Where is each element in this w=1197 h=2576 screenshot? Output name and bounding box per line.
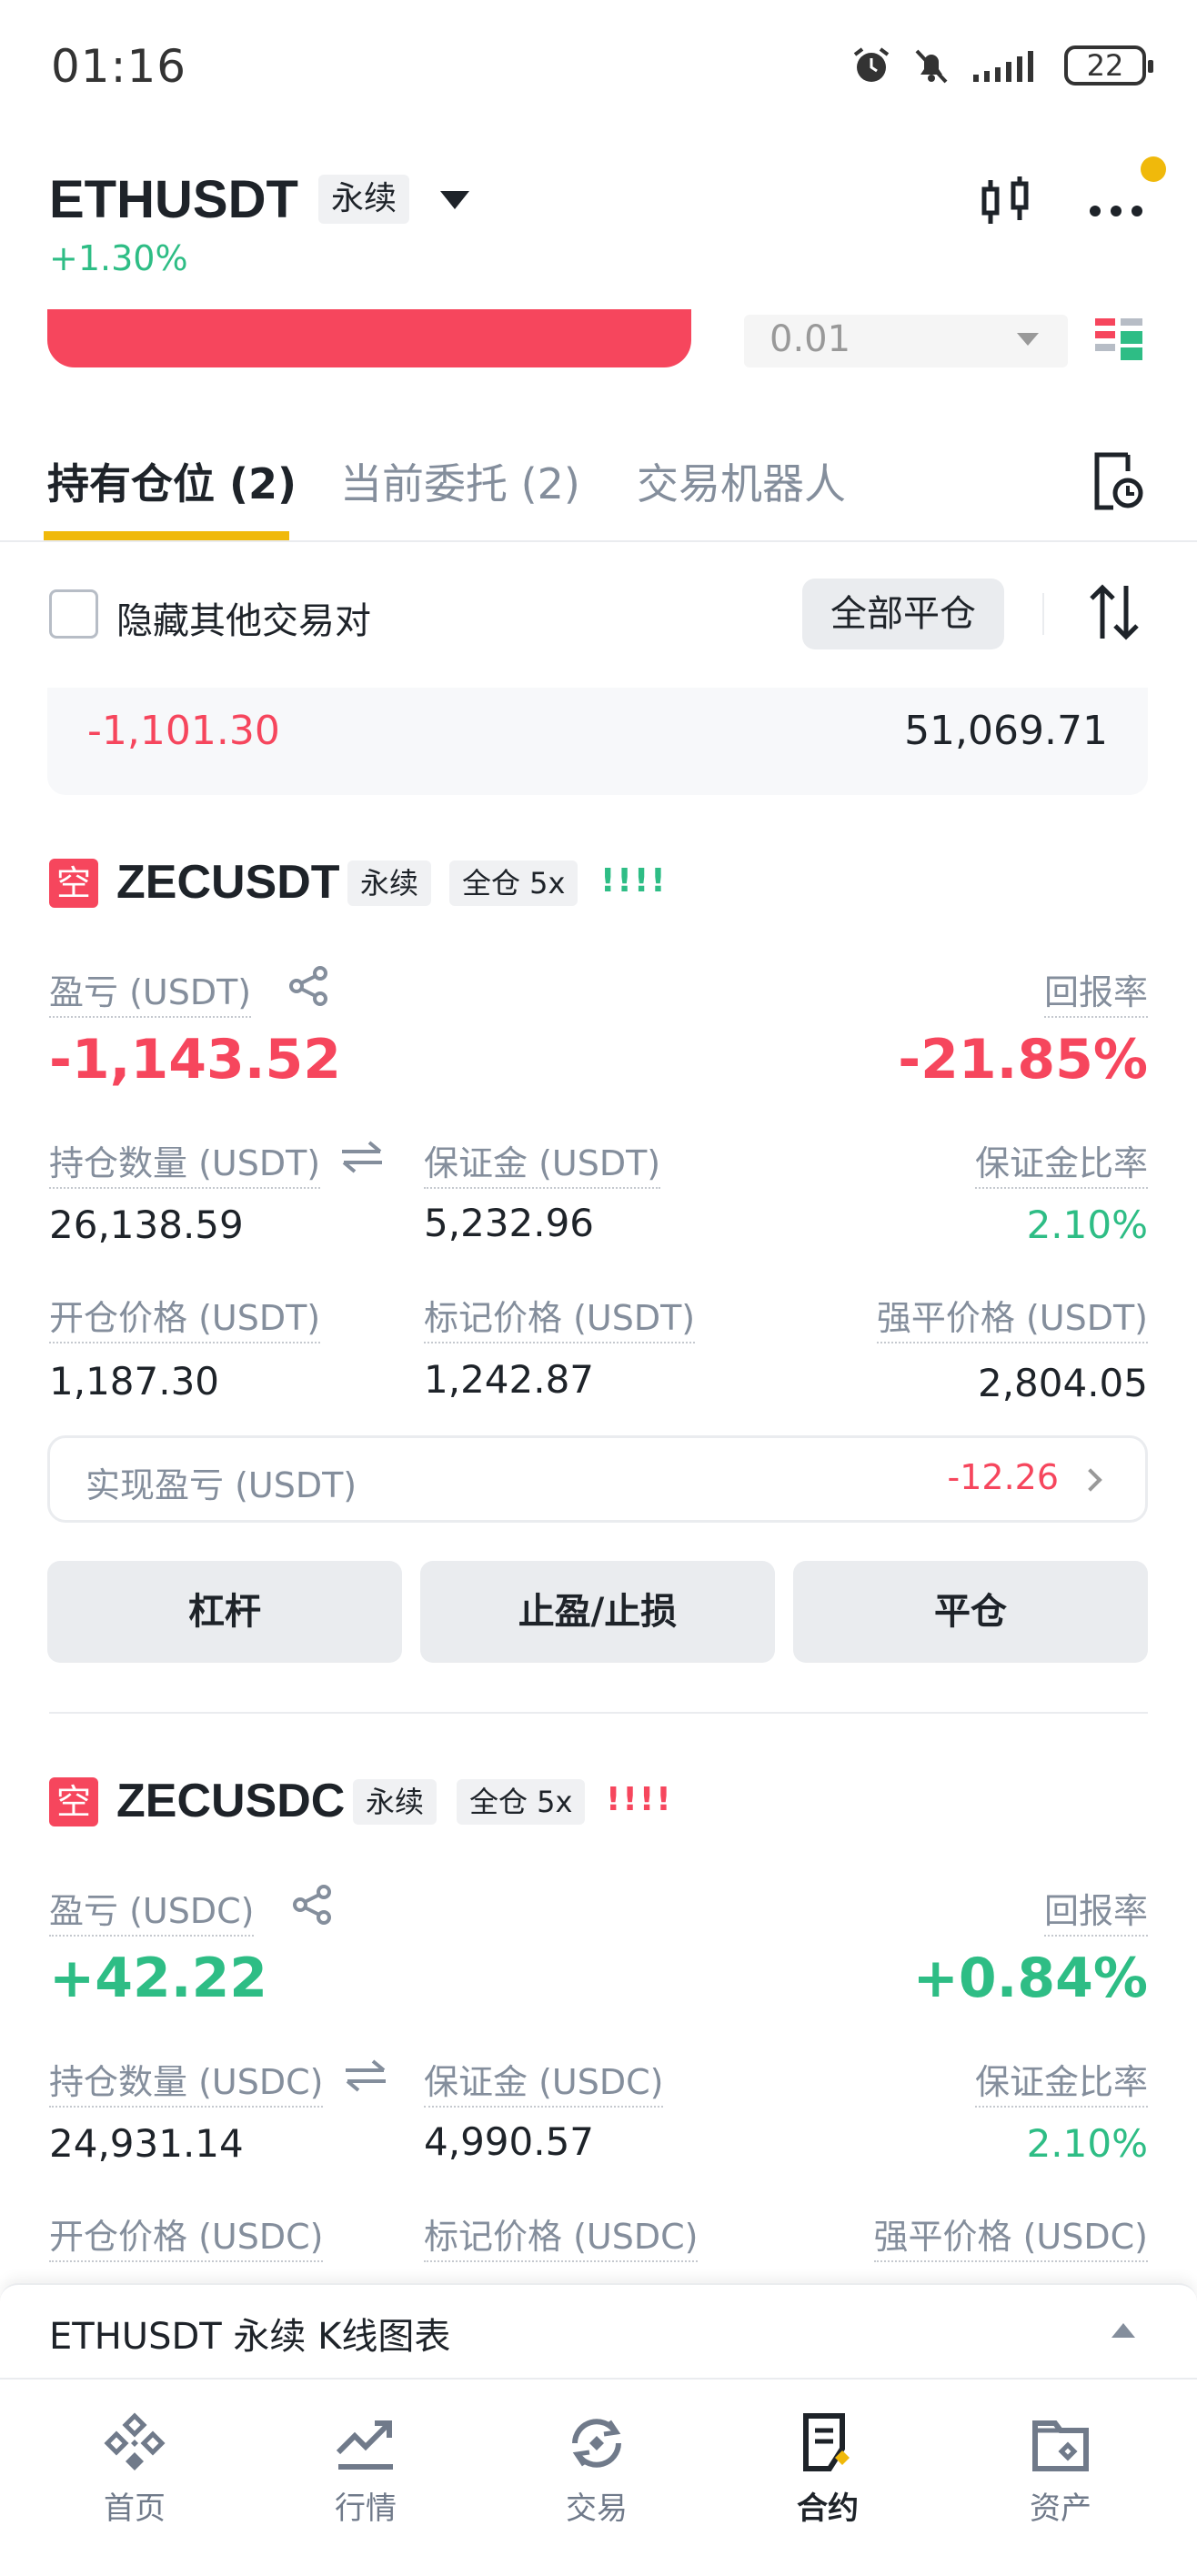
separator <box>1042 593 1044 635</box>
nav-markets[interactable]: 行情 <box>293 2410 438 2528</box>
close-position-button[interactable]: 平仓 <box>793 1561 1148 1663</box>
position-symbol[interactable]: ZECUSDT <box>116 855 340 910</box>
risk-indicator: !!!! <box>606 1781 673 1818</box>
battery-icon: 22 <box>1064 45 1153 86</box>
entry-price: 1,187.30 <box>49 1359 220 1404</box>
symbol-dropdown-icon[interactable] <box>440 191 469 209</box>
swap-units-icon[interactable] <box>344 2058 387 2098</box>
nav-trade[interactable]: 交易 <box>524 2410 669 2528</box>
entry-price-label[interactable]: 开仓价格 (USDC) <box>49 2209 324 2262</box>
tab-trading-bots[interactable]: 交易机器人 <box>637 451 846 511</box>
share-icon[interactable] <box>287 964 331 1011</box>
summary-total: 51,069.71 <box>904 708 1108 754</box>
margin-mode-tag: 全仓 5x <box>449 860 578 906</box>
nav-label: 交易 <box>566 2490 628 2527</box>
pnl-label[interactable]: 盈亏 (USDC) <box>49 1883 255 1937</box>
position-symbol[interactable]: ZECUSDC <box>116 1774 345 1828</box>
realized-pnl-label: 实现盈亏 (USDT) <box>86 1465 357 1505</box>
margin-ratio: 2.10% <box>1026 1202 1148 1247</box>
liq-price-label[interactable]: 强平价格 (USDC) <box>873 2209 1148 2262</box>
margin-ratio-label[interactable]: 保证金比率 <box>974 1135 1148 1189</box>
position-margin: 4,990.57 <box>424 2119 595 2164</box>
nav-assets[interactable]: 资产 <box>988 2410 1133 2528</box>
chevron-up-icon[interactable] <box>1112 2323 1135 2338</box>
size-label[interactable]: 持仓数量 (USDT) <box>49 1135 321 1189</box>
roe-label[interactable]: 回报率 <box>1043 1883 1148 1937</box>
perpetual-tag: 永续 <box>347 860 432 906</box>
candlestick-icon[interactable] <box>979 175 1033 233</box>
hide-other-pairs-checkbox[interactable] <box>49 589 98 639</box>
price-change: +1.30% <box>49 238 188 278</box>
home-icon <box>104 2412 166 2470</box>
mark-price-label[interactable]: 标记价格 (USDT) <box>424 1290 696 1343</box>
position-roe: -21.85% <box>898 1028 1148 1092</box>
status-icons: 22 <box>851 45 1153 86</box>
markets-icon <box>336 2420 393 2470</box>
position-margin: 5,232.96 <box>424 1201 595 1245</box>
tab-open-orders[interactable]: 当前委托 (2) <box>340 451 580 511</box>
nav-label: 资产 <box>1030 2490 1091 2527</box>
entry-price-label[interactable]: 开仓价格 (USDT) <box>49 1290 321 1343</box>
roe-label[interactable]: 回报率 <box>1043 964 1148 1018</box>
perpetual-tag: 永续 <box>353 1779 438 1825</box>
kline-chart-label: ETHUSDT 永续 K线图表 <box>49 2316 451 2358</box>
position-pnl: +42.22 <box>49 1947 268 2010</box>
liq-price-label[interactable]: 强平价格 (USDT) <box>876 1290 1148 1343</box>
futures-icon <box>803 2413 850 2471</box>
tab-positions[interactable]: 持有仓位 (2) <box>47 451 297 511</box>
mute-bell-icon <box>915 49 948 84</box>
signal-icon <box>973 51 1033 82</box>
nav-futures[interactable]: 合约 <box>755 2410 900 2528</box>
mark-price: 1,242.87 <box>424 1357 595 1402</box>
order-history-icon[interactable] <box>1091 451 1144 515</box>
position-roe: +0.84% <box>912 1947 1148 2010</box>
open-short-button[interactable] <box>47 309 691 367</box>
tab-active-indicator <box>44 531 289 540</box>
size-label[interactable]: 持仓数量 (USDC) <box>49 2054 324 2108</box>
position-size: 24,931.14 <box>49 2121 244 2166</box>
risk-indicator: !!!! <box>600 862 668 900</box>
hide-other-pairs-label: 隐藏其他交易对 <box>116 600 371 642</box>
notification-dot <box>1141 156 1166 182</box>
position-pnl: -1,143.52 <box>49 1028 341 1092</box>
swap-units-icon[interactable] <box>340 1139 384 1179</box>
perpetual-tag: 永续 <box>318 175 410 224</box>
short-badge: 空 <box>49 1777 98 1826</box>
chevron-down-icon <box>1017 333 1039 346</box>
status-time: 01:16 <box>51 40 187 93</box>
alarm-icon <box>853 47 890 82</box>
sort-icon[interactable] <box>1088 582 1141 646</box>
close-all-button[interactable]: 全部平仓 <box>802 579 1004 649</box>
position-size: 26,138.59 <box>49 1202 244 1247</box>
wallet-icon <box>1032 2420 1089 2471</box>
mark-price-label[interactable]: 标记价格 (USDC) <box>424 2209 699 2262</box>
symbol-title[interactable]: ETHUSDT <box>49 169 298 230</box>
tpsl-button[interactable]: 止盈/止损 <box>420 1561 775 1663</box>
nav-label: 合约 <box>797 2490 859 2527</box>
summary-pnl: -1,101.30 <box>87 708 280 754</box>
pnl-label[interactable]: 盈亏 (USDT) <box>49 964 252 1018</box>
margin-label[interactable]: 保证金 (USDT) <box>424 1135 661 1189</box>
nav-label: 首页 <box>104 2490 166 2527</box>
leverage-button[interactable]: 杠杆 <box>47 1561 402 1663</box>
trade-icon <box>572 2419 621 2468</box>
quantity-value: 0.01 <box>770 318 851 360</box>
margin-ratio-label[interactable]: 保证金比率 <box>974 2054 1148 2108</box>
liq-price: 2,804.05 <box>977 1361 1148 1405</box>
nav-label: 行情 <box>335 2490 397 2527</box>
orderbook-depth-icon[interactable] <box>1095 318 1142 366</box>
margin-mode-tag: 全仓 5x <box>457 1779 586 1825</box>
share-icon[interactable] <box>291 1883 335 1930</box>
margin-label[interactable]: 保证金 (USDC) <box>424 2054 664 2108</box>
nav-home[interactable]: 首页 <box>62 2410 207 2528</box>
realized-pnl-value: -12.26 <box>947 1457 1060 1497</box>
card-divider <box>49 1712 1148 1714</box>
short-badge: 空 <box>49 859 98 908</box>
margin-ratio: 2.10% <box>1026 2121 1148 2166</box>
tabs-divider <box>0 540 1197 542</box>
more-icon[interactable] <box>1088 189 1144 218</box>
